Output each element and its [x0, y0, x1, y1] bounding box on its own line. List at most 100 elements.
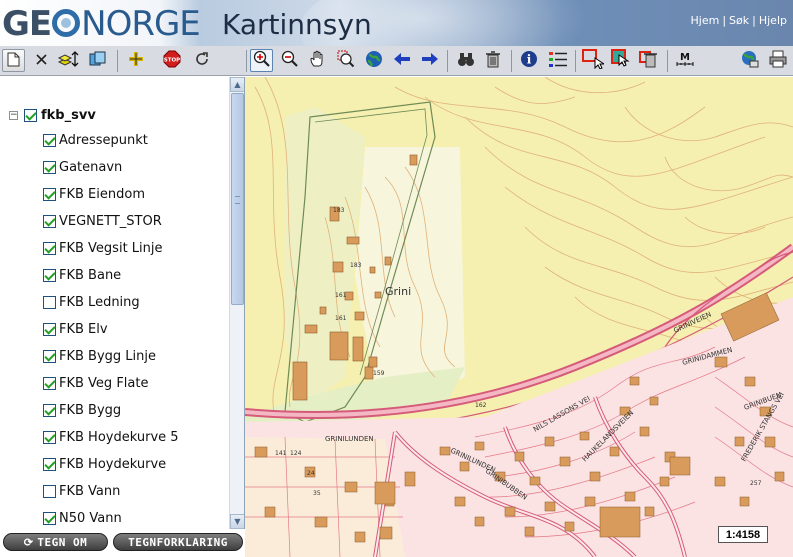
road-label-3: GRINILUNDEN — [325, 435, 374, 443]
measure-button[interactable]: M — [673, 49, 696, 72]
app-window: GE NORGE Kartinnsyn Hjem | Søk | Hjelp STOP i — [0, 0, 793, 557]
house-number: 35 — [313, 490, 321, 497]
zoom-out-button[interactable] — [278, 49, 301, 72]
layer-checkbox[interactable] — [43, 430, 56, 444]
zoom-out-icon — [281, 50, 299, 71]
layer-checkbox[interactable] — [43, 241, 56, 255]
layer-label[interactable]: FKB Eiendom — [59, 187, 145, 202]
next-extent-button[interactable] — [418, 49, 441, 72]
link-hjem[interactable]: Hjem — [691, 14, 720, 27]
layer-order-button[interactable] — [56, 49, 79, 72]
panel-tabs: ⟳ TEGN OM TEGNFORKLARING — [0, 529, 245, 557]
binoculars-icon — [457, 51, 475, 70]
legend-list-button[interactable] — [546, 49, 569, 72]
scroll-up-arrow[interactable]: ▲ — [230, 77, 244, 92]
new-document-icon — [7, 52, 20, 70]
layer-label[interactable]: FKB Bygg — [59, 403, 121, 418]
tree-root-fkb-svv: − fkb_svv — [9, 107, 96, 123]
layer-label[interactable]: FKB Veg Flate — [59, 376, 148, 391]
root-checkbox[interactable] — [24, 108, 37, 122]
refresh-icon — [194, 51, 210, 70]
tab-legend[interactable]: TEGNFORKLARING — [113, 533, 243, 551]
stop-icon: STOP — [163, 50, 181, 71]
toolbar-separator — [511, 50, 512, 72]
layer-checkbox[interactable] — [43, 133, 56, 147]
toolbar-separator — [117, 50, 118, 72]
add-layer-button[interactable] — [124, 49, 147, 72]
layer-checkbox[interactable] — [43, 484, 56, 498]
web-link-button[interactable] — [738, 49, 761, 72]
measure-icon: M — [675, 50, 695, 71]
layer-label[interactable]: Gatenavn — [59, 160, 122, 175]
logo-text-ge: GE — [2, 4, 52, 44]
zoom-in-button[interactable] — [250, 49, 273, 72]
previous-extent-button[interactable] — [390, 49, 413, 72]
pan-hand-icon — [309, 50, 327, 71]
print-icon — [769, 50, 787, 71]
find-button[interactable] — [454, 49, 477, 72]
clear-selection-icon — [638, 49, 659, 72]
layer-checkbox[interactable] — [43, 403, 56, 417]
arrow-left-icon — [393, 51, 411, 70]
layer-checkbox[interactable] — [43, 295, 56, 309]
house-number: 183 — [333, 207, 345, 214]
layer-order-icon — [57, 50, 79, 71]
stop-button[interactable]: STOP — [160, 49, 183, 72]
layer-checkbox[interactable] — [43, 376, 56, 390]
map-toolbar: STOP i M — [0, 46, 793, 76]
header-banner: GE NORGE Kartinnsyn Hjem | Søk | Hjelp — [0, 0, 793, 46]
layer-label[interactable]: FKB Elv — [59, 322, 108, 337]
collapse-toggle[interactable]: − — [9, 110, 18, 120]
layer-label[interactable]: FKB Hoydekurve — [59, 457, 166, 472]
tab-draw[interactable]: ⟳ TEGN OM — [3, 533, 108, 551]
map-canvas[interactable]: Grini GRINIVEIEN GRINIDAMMEN GRINILUNDEN… — [245, 77, 793, 557]
clear-selection-button[interactable] — [637, 49, 660, 72]
layer-copy-button[interactable] — [86, 49, 109, 72]
house-number: 161 — [335, 315, 347, 322]
layer-tree: − fkb_svv Adressepunkt Gatenavn FKB Eiendo… — [0, 77, 229, 529]
logo-text-norge: NORGE — [81, 4, 201, 44]
layer-checkbox[interactable] — [43, 349, 56, 363]
layer-label[interactable]: FKB Bane — [59, 268, 121, 283]
layer-label[interactable]: FKB Ledning — [59, 295, 140, 310]
layer-panel-scrollbar[interactable]: ▲ ▼ — [229, 77, 244, 529]
select-feature-icon — [610, 49, 631, 72]
header-links: Hjem | Søk | Hjelp — [691, 14, 787, 27]
layer-checkbox[interactable] — [43, 457, 56, 471]
full-extent-button[interactable] — [362, 49, 385, 72]
select-rectangle-button[interactable] — [581, 49, 606, 72]
zoom-window-button[interactable] — [334, 49, 357, 72]
select-rectangle-icon — [581, 49, 606, 72]
scroll-down-arrow[interactable]: ▼ — [230, 514, 244, 529]
info-button[interactable]: i — [517, 49, 540, 72]
link-hjelp[interactable]: Hjelp — [759, 14, 787, 27]
layer-label[interactable]: VEGNETT_STOR — [59, 214, 162, 229]
new-document-button[interactable] — [2, 49, 25, 72]
toolbar-separator — [667, 50, 668, 72]
svg-text:STOP: STOP — [163, 58, 179, 64]
layer-checkbox[interactable] — [43, 268, 56, 282]
layer-label[interactable]: N50 Vann — [59, 511, 122, 526]
layer-checkbox[interactable] — [43, 322, 56, 336]
pan-button[interactable] — [306, 49, 329, 72]
layer-label[interactable]: Adressepunkt — [59, 133, 148, 148]
print-button[interactable] — [766, 49, 789, 72]
layer-row: FKB Eiendom — [43, 186, 145, 202]
select-feature-button[interactable] — [609, 49, 632, 72]
link-sok[interactable]: Søk — [729, 14, 749, 27]
legend-list-icon — [548, 50, 568, 71]
layer-checkbox[interactable] — [43, 187, 56, 201]
layer-label[interactable]: FKB Bygg Linje — [59, 349, 156, 364]
layer-label[interactable]: FKB Vann — [59, 484, 120, 499]
layer-checkbox[interactable] — [43, 511, 56, 525]
close-button[interactable] — [30, 49, 53, 72]
refresh-button[interactable] — [190, 49, 213, 72]
layer-row: Gatenavn — [43, 159, 122, 175]
layer-label[interactable]: FKB Vegsit Linje — [59, 241, 163, 256]
layer-checkbox[interactable] — [43, 214, 56, 228]
geonorge-logo[interactable]: GE NORGE — [2, 4, 201, 44]
layer-label[interactable]: FKB Hoydekurve 5 — [59, 430, 179, 445]
scroll-thumb[interactable] — [231, 93, 244, 305]
layer-checkbox[interactable] — [43, 160, 56, 174]
clear-find-button[interactable] — [481, 49, 504, 72]
